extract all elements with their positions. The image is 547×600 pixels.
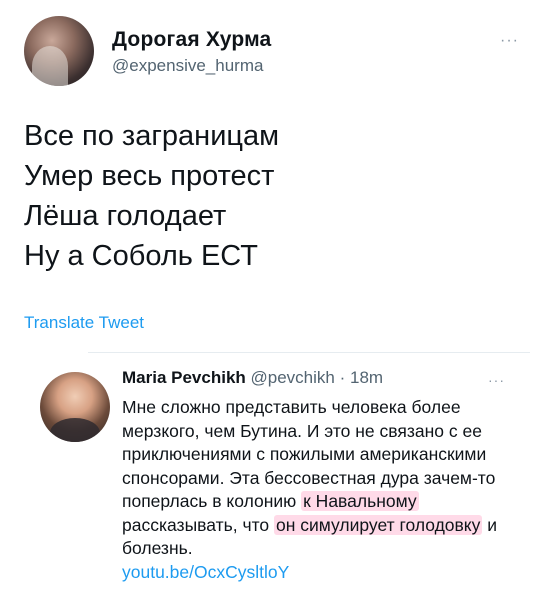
tweet-line: Ну а Соболь ЕСТ (24, 240, 258, 272)
highlighted-text: к Навальному (301, 491, 419, 511)
highlighted-text: он симулирует голодовку (273, 514, 483, 535)
quoted-author-name[interactable]: Maria Pevchikh (122, 368, 246, 387)
quoted-tweet-text: Мне сложно представить человека более ме… (122, 396, 522, 584)
tweet-line: Умер весь протест (24, 160, 275, 192)
tweet-line: Лёша голодает (24, 200, 227, 232)
author-display-name[interactable]: Дорогая Хурма (112, 28, 271, 52)
quoted-author-handle[interactable]: @pevchikh (251, 368, 335, 387)
meta-separator: · (334, 368, 350, 387)
tweet-line: Все по заграницам (24, 120, 280, 152)
youtube-link[interactable]: youtu.be/OcxCysltloY (122, 562, 289, 582)
quoted-timestamp[interactable]: 18m (350, 368, 383, 387)
divider (88, 352, 530, 353)
tweet-text: Все по заграницам Умер весь протест Лёша… (24, 116, 514, 276)
quoted-author-avatar[interactable] (40, 372, 110, 442)
translate-tweet-link[interactable]: Translate Tweet (24, 313, 144, 333)
more-options-icon[interactable]: ··· (500, 32, 530, 49)
author-avatar[interactable] (24, 16, 94, 86)
author-handle[interactable]: @expensive_hurma (112, 56, 263, 76)
quoted-text-segment: рассказывать, что (122, 514, 274, 535)
quoted-more-options-icon[interactable]: ··· (488, 372, 505, 388)
quoted-tweet-header: Maria Pevchikh @pevchikh · 18m (122, 368, 383, 388)
tweet-card: Дорогая Хурма @expensive_hurma ··· Все п… (0, 0, 547, 600)
